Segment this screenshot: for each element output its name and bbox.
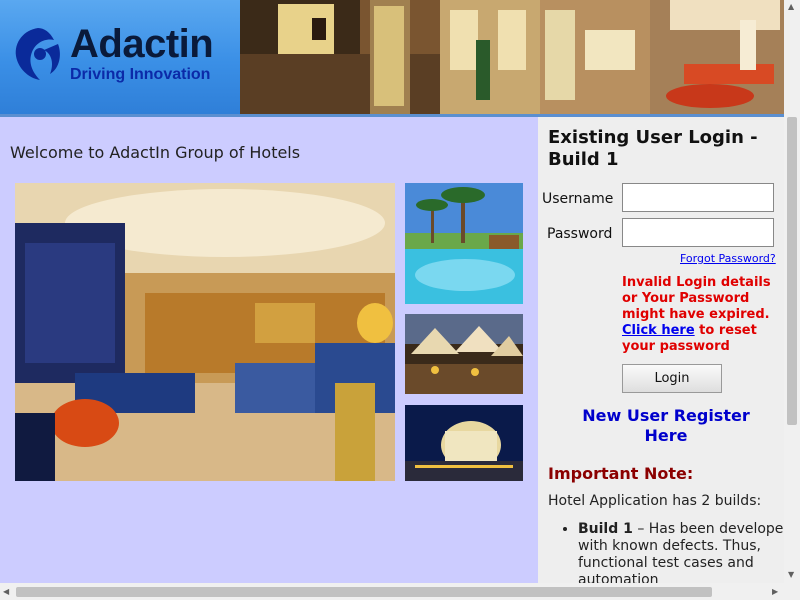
login-title: Existing User Login - Build 1 [548,127,758,170]
builds-list: Build 1 – Has been developed with known … [558,521,784,583]
list-item: Build 1 – Has been developed with known … [578,521,784,583]
arrow-right-icon[interactable]: ▶ [772,587,778,597]
hotel-night-photo [405,405,523,481]
pool-image [405,183,523,304]
login-button[interactable]: Login [622,364,722,393]
login-error-message: Invalid Login details or Your Password m… [622,275,782,355]
welcome-heading: Welcome to AdactIn Group of Hotels [10,143,301,162]
reset-password-link[interactable]: Click here [622,323,695,338]
arrow-left-icon[interactable]: ◀ [3,587,9,597]
arrow-down-icon[interactable]: ▼ [788,570,794,580]
night-hotel-image [405,405,523,481]
scrollbar-corner [784,583,800,600]
page-header: Adactin Driving Innovation [0,0,784,116]
password-label: Password [547,226,613,242]
logo[interactable]: Adactin Driving Innovation [0,0,240,114]
login-panel: Existing User Login - Build 1 Username P… [538,117,784,583]
username-label: Username [542,191,614,207]
error-text: Invalid Login details or Your Password m… [622,275,771,322]
hotel-lobby-banner [240,0,784,114]
logo-tagline: Driving Innovation [70,66,211,83]
important-note-title: Important Note: [548,464,694,483]
password-input[interactable] [622,218,774,247]
new-user-register-link[interactable]: New User Register Here [568,406,764,446]
vertical-scroll-thumb[interactable] [787,117,797,425]
horizontal-scroll-thumb[interactable] [16,587,712,597]
banner-image [240,0,784,114]
logo-name: Adactin [70,22,214,66]
hotel-suite-photo [15,183,395,481]
tents-image [405,314,523,394]
arrow-up-icon[interactable]: ▲ [788,2,794,12]
suite-image [15,183,395,481]
build-1-label: Build 1 [578,521,633,537]
forgot-password-link[interactable]: Forgot Password? [680,252,776,265]
important-note-intro: Hotel Application has 2 builds: [548,493,762,509]
resort-pool-photo [405,183,523,304]
resort-tents-photo [405,314,523,394]
adactin-logo-icon [15,28,60,80]
username-input[interactable] [622,183,774,212]
